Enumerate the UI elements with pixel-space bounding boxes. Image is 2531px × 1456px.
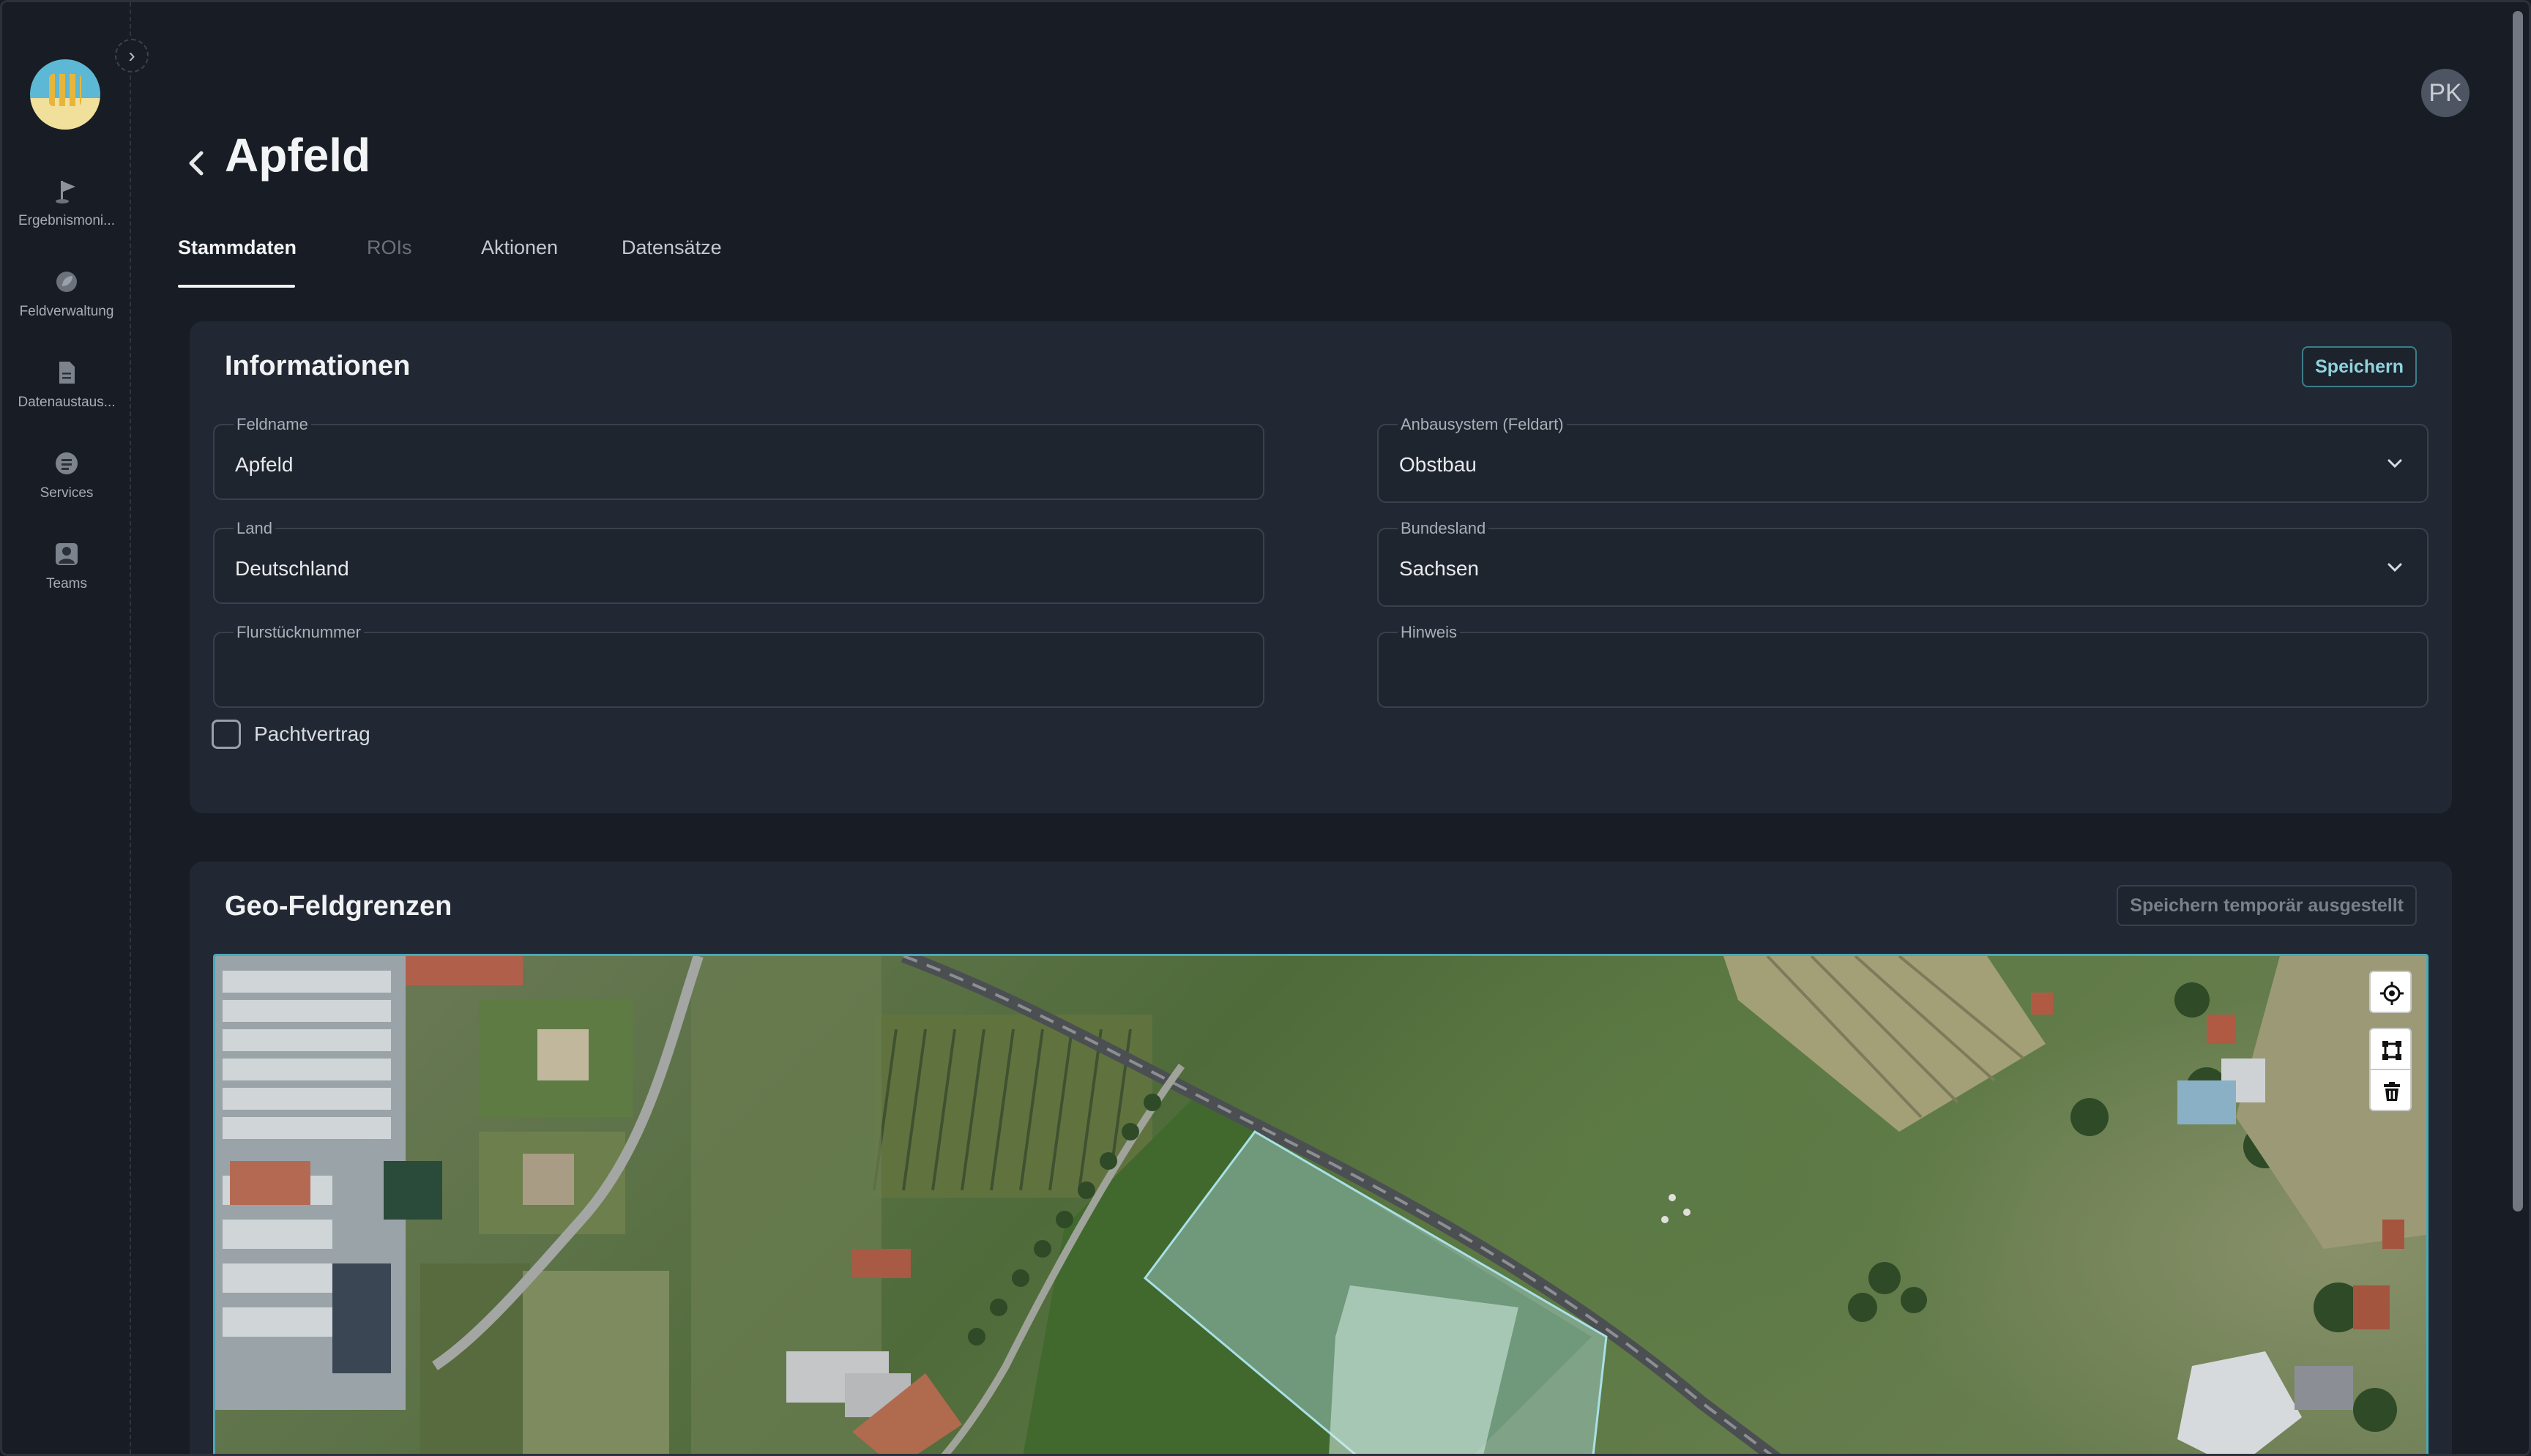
flurstuecknummer-label: Flurstücknummer — [234, 623, 364, 642]
land-value[interactable]: Deutschland — [235, 557, 349, 580]
bundesland-value[interactable]: Sachsen — [1399, 557, 1479, 580]
geo-feldgrenzen-title: Geo-Feldgrenzen — [225, 891, 452, 922]
trash-icon — [2384, 1082, 2400, 1101]
informationen-title: Informationen — [225, 351, 411, 381]
chevron-right-icon: › — [128, 44, 135, 67]
hinweis-field[interactable]: Hinweis — [1377, 623, 2429, 708]
locate-icon — [2380, 982, 2404, 1005]
sidebar-item-teams[interactable]: Teams — [2, 541, 131, 592]
save-disabled-button: Speichern temporär ausgestellt — [2117, 885, 2417, 926]
map-locate-button[interactable] — [2369, 971, 2412, 1013]
sidebar-item-label: Datenaustaus... — [18, 395, 116, 410]
hinweis-label: Hinweis — [1398, 623, 1461, 642]
draw-polygon-icon — [2382, 1041, 2401, 1060]
tab-aktionen[interactable]: Aktionen — [481, 236, 558, 288]
sidebar-item-datenaustausch[interactable]: Datenaustaus... — [2, 359, 131, 411]
back-button[interactable] — [182, 141, 212, 185]
user-avatar[interactable]: PK — [2421, 69, 2470, 117]
sidebar-item-label: Teams — [46, 576, 87, 591]
satellite-map[interactable] — [215, 956, 2429, 1456]
sidebar: Ergebnismoni... Feldverwaltung Datenaust… — [2, 2, 131, 1454]
flurstuecknummer-field[interactable]: Flurstücknummer — [213, 623, 1264, 708]
tab-stammdaten[interactable]: Stammdaten — [178, 236, 297, 288]
sidebar-item-feldverwaltung[interactable]: Feldverwaltung — [2, 269, 131, 320]
informationen-card: Informationen Speichern Feldname Apfeld … — [190, 321, 2452, 813]
map-delete-button[interactable] — [2369, 1069, 2412, 1111]
feldname-field[interactable]: Feldname Apfeld — [213, 415, 1264, 500]
page-title: Apfeld — [225, 129, 371, 182]
bundesland-label: Bundesland — [1398, 519, 1489, 538]
tab-rois: ROIs — [367, 236, 412, 258]
anbausystem-label: Anbausystem (Feldart) — [1398, 415, 1567, 434]
chevron-left-icon — [189, 151, 204, 176]
land-field[interactable]: Land Deutschland — [213, 519, 1264, 604]
flag-icon — [56, 181, 75, 204]
app-logo[interactable] — [30, 59, 100, 130]
pachtvertrag-checkbox[interactable] — [212, 720, 241, 749]
map-draw-polygon-button[interactable] — [2369, 1028, 2412, 1070]
sidebar-item-label: Ergebnismoni... — [18, 213, 115, 228]
geo-feldgrenzen-card: Geo-Feldgrenzen Speichern temporär ausge… — [190, 862, 2452, 1456]
save-button[interactable]: Speichern — [2302, 346, 2417, 387]
leaf-icon — [56, 272, 77, 292]
page-scrollbar[interactable] — [2513, 11, 2523, 1212]
feldname-label: Feldname — [234, 415, 311, 434]
map-view[interactable] — [213, 954, 2429, 1456]
feldname-value[interactable]: Apfeld — [235, 453, 293, 477]
user-icon — [56, 543, 78, 565]
sidebar-item-services[interactable]: Services — [2, 450, 131, 501]
document-icon — [59, 362, 75, 384]
sidebar-collapse-button[interactable]: › — [115, 39, 149, 72]
pachtvertrag-label[interactable]: Pachtvertrag — [254, 723, 370, 746]
sidebar-item-label: Services — [40, 485, 94, 501]
land-label: Land — [234, 519, 275, 538]
sidebar-item-ergebnismonitoring[interactable]: Ergebnismoni... — [2, 178, 131, 229]
anbausystem-value[interactable]: Obstbau — [1399, 453, 1477, 477]
chevron-down-icon[interactable] — [2385, 557, 2405, 578]
services-icon — [56, 452, 78, 474]
app-window: Ergebnismoni... Feldverwaltung Datenaust… — [0, 0, 2531, 1456]
chevron-down-icon[interactable] — [2385, 453, 2405, 474]
bundesland-select[interactable]: Bundesland Sachsen — [1377, 519, 2429, 607]
anbausystem-select[interactable]: Anbausystem (Feldart) Obstbau — [1377, 415, 2429, 503]
tab-datensaetze[interactable]: Datensätze — [622, 236, 722, 288]
sidebar-item-label: Feldverwaltung — [19, 304, 114, 319]
